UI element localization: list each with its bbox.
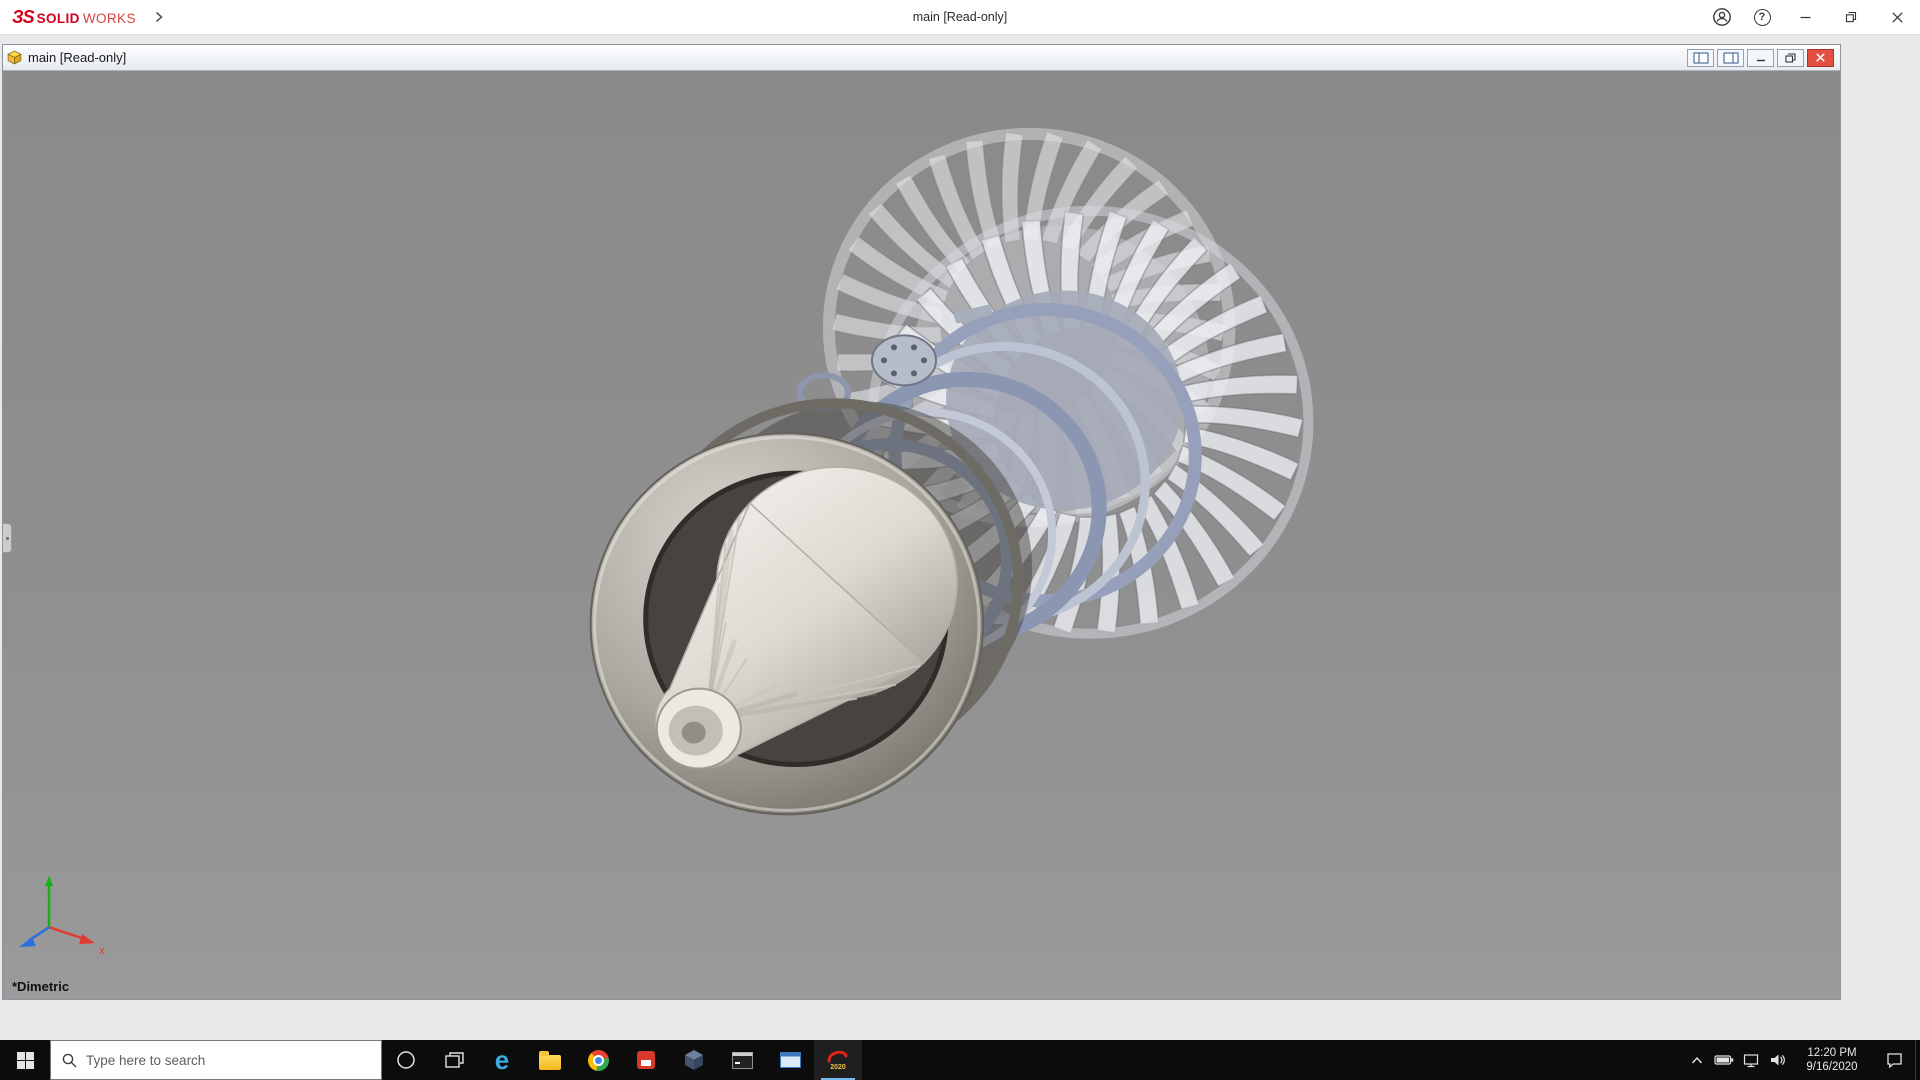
search-input[interactable] [86, 1052, 370, 1068]
3d-viewport-canvas[interactable]: x [3, 71, 1840, 999]
action-center-icon[interactable] [1873, 1040, 1915, 1080]
document-window-buttons [1687, 48, 1836, 67]
cube-viewer-app-icon[interactable] [670, 1040, 718, 1080]
document-window: main [Read-only] x *Dimetric [2, 44, 1841, 1000]
pane-left-toggle-icon[interactable] [1687, 48, 1714, 67]
terminal-app-icon[interactable] [718, 1040, 766, 1080]
task-view-icon[interactable] [430, 1040, 478, 1080]
app-titlebar-controls: ? [1702, 0, 1920, 34]
solidworks-logo: ЗS SOLID WORKS [0, 7, 136, 28]
assembly-cube-icon [7, 50, 22, 65]
doc-close-button[interactable] [1807, 48, 1834, 67]
document-titlebar[interactable]: main [Read-only] [3, 45, 1840, 71]
edge-icon[interactable]: e [478, 1040, 526, 1080]
doc-minimize-button[interactable] [1747, 48, 1774, 67]
taskbar-search[interactable] [50, 1040, 382, 1080]
battery-icon[interactable] [1710, 1040, 1737, 1080]
taskbar-clock[interactable]: 12:20 PM 9/16/2020 [1791, 1040, 1873, 1080]
network-icon[interactable] [1737, 1040, 1764, 1080]
tray-overflow-chevron-icon[interactable] [1683, 1040, 1710, 1080]
system-tray: 12:20 PM 9/16/2020 [1683, 1040, 1920, 1080]
clock-date: 9/16/2020 [1806, 1061, 1858, 1073]
windows-taskbar: e 2020 [0, 1040, 1920, 1080]
menu-expand-chevron-icon[interactable] [150, 6, 168, 28]
speaker-icon[interactable] [1764, 1040, 1791, 1080]
app-minimize-button[interactable] [1782, 0, 1828, 34]
show-desktop-button[interactable] [1915, 1040, 1920, 1080]
chrome-icon[interactable] [574, 1040, 622, 1080]
feature-panel-collapse-tab[interactable] [3, 523, 12, 553]
app-restore-button[interactable] [1828, 0, 1874, 34]
screen: ЗS SOLID WORKS main [Read-only] ? main [… [0, 0, 1920, 1080]
account-icon[interactable] [1702, 0, 1742, 34]
3d-viewport[interactable]: x *Dimetric [3, 71, 1840, 999]
windows-logo-icon [16, 1051, 34, 1069]
solidworks-swirl-icon [827, 1050, 848, 1063]
doc-restore-button[interactable] [1777, 48, 1804, 67]
document-title: main [Read-only] [28, 50, 127, 65]
help-icon[interactable]: ? [1742, 0, 1782, 34]
clock-time: 12:20 PM [1807, 1047, 1857, 1059]
solidworks-logo-mark-icon: ЗS [12, 6, 35, 27]
file-explorer-icon[interactable] [526, 1040, 574, 1080]
start-button[interactable] [0, 1040, 50, 1080]
brand-works-text: WORKS [82, 10, 136, 26]
app-titlebar: ЗS SOLID WORKS main [Read-only] ? [0, 0, 1920, 35]
cortana-icon[interactable] [382, 1040, 430, 1080]
view-orientation-label: *Dimetric [12, 979, 70, 994]
app-title: main [Read-only] [912, 10, 1008, 24]
help-glyph: ? [1758, 11, 1766, 23]
solidworks-year-badge: 2020 [830, 1064, 846, 1071]
edge-glyph: e [494, 1045, 510, 1075]
triad-x-label: x [99, 945, 105, 957]
pane-right-toggle-icon[interactable] [1717, 48, 1744, 67]
search-icon [62, 1053, 77, 1067]
app-close-button[interactable] [1874, 0, 1920, 34]
brand-solid-text: SOLID [36, 10, 80, 26]
red-app-icon[interactable] [622, 1040, 670, 1080]
window-app-icon[interactable] [766, 1040, 814, 1080]
solidworks-taskbar-icon[interactable]: 2020 [814, 1040, 862, 1080]
